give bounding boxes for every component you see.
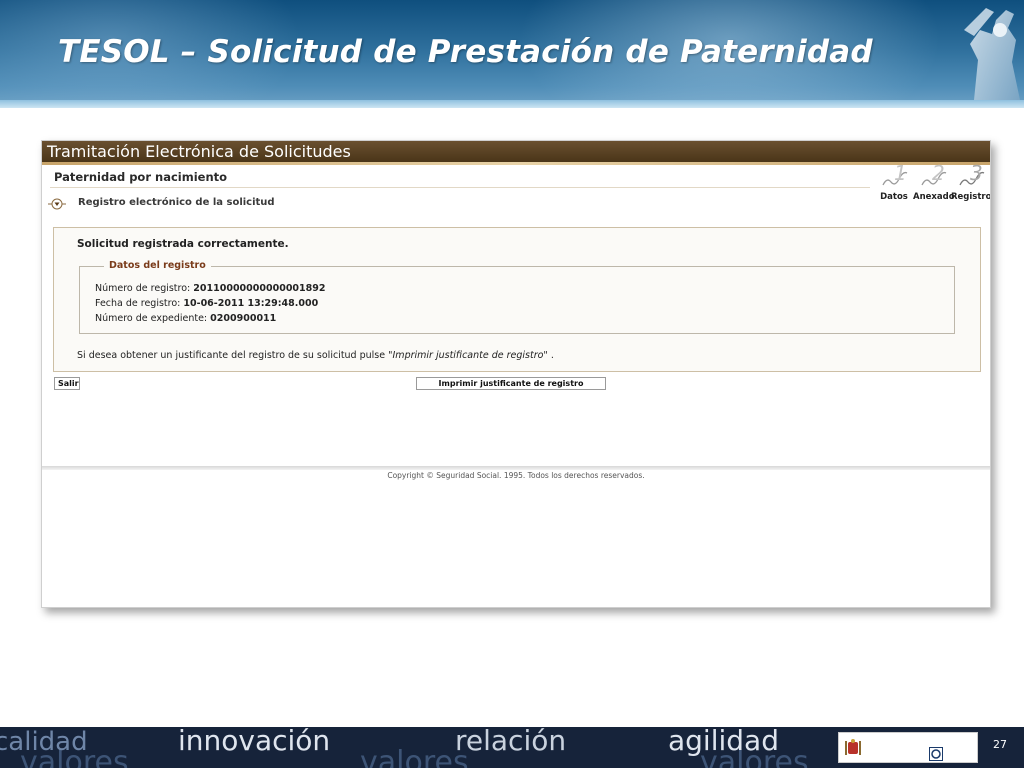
result-panel: Solicitud registrada correctamente. Dato… <box>53 227 981 372</box>
field-value: 0200900011 <box>210 313 277 324</box>
step-anexado: 2 Anexado <box>913 163 955 202</box>
step-label: Anexado <box>913 192 955 202</box>
field-label: Número de registro: <box>95 283 191 294</box>
band-word: calidad <box>0 727 88 757</box>
bottom-band: valores valores valores calidad innovaci… <box>0 727 1024 768</box>
slide: TESOL – Solicitud de Prestación de Pater… <box>0 0 1024 768</box>
fecha-registro-row: Fecha de registro: 10-06-2011 13:29:48.0… <box>95 298 318 309</box>
seguridad-social-logo-icon <box>929 747 943 761</box>
band-word: agilidad <box>668 727 779 757</box>
header-band: TESOL – Solicitud de Prestación de Pater… <box>0 0 1024 108</box>
note-text: Si desea obtener un justificante del reg… <box>77 350 386 361</box>
step-2-icon: 2 <box>921 163 947 186</box>
header-stripe <box>0 100 1024 108</box>
collapse-toggle-icon[interactable] <box>48 197 66 211</box>
app-bar-title: Tramitación Electrónica de Solicitudes <box>47 142 351 161</box>
success-message: Solicitud registrada correctamente. <box>77 238 289 250</box>
step-datos: 1 Datos <box>874 163 914 202</box>
note-suffix: . <box>550 350 554 361</box>
step-number: 3 <box>970 163 983 185</box>
step-label: Datos <box>880 192 908 202</box>
step-number: 2 <box>932 163 945 185</box>
field-label: Número de expediente: <box>95 313 208 324</box>
step-1-icon: 1 <box>882 163 908 186</box>
page-number: 27 <box>993 738 1007 751</box>
step-number: 1 <box>894 163 907 185</box>
field-value: 10-06-2011 13:29:48.000 <box>183 298 319 309</box>
numero-registro-row: Número de registro: 20110000000000001892 <box>95 283 325 294</box>
application-window: Tramitación Electrónica de Solicitudes P… <box>41 140 991 608</box>
step-label: Registro <box>951 192 991 202</box>
note-link-text: "Imprimir justificante de registro" <box>388 350 548 361</box>
instruction-note: Si desea obtener un justificante del reg… <box>77 350 554 361</box>
numero-expediente-row: Número de expediente: 0200900011 <box>95 313 276 324</box>
print-receipt-button[interactable]: Imprimir justificante de registro <box>416 377 606 390</box>
slide-title: TESOL – Solicitud de Prestación de Pater… <box>58 34 873 70</box>
footer-divider <box>42 466 990 470</box>
app-title-bar: Tramitación Electrónica de Solicitudes <box>42 141 990 162</box>
exit-button[interactable]: Salir <box>54 377 80 390</box>
step-3-icon: 3 <box>959 163 985 186</box>
band-word: valores <box>360 745 469 768</box>
section-title: Registro electrónico de la solicitud <box>78 197 275 208</box>
institution-logos <box>838 732 978 763</box>
step-registro: 3 Registro <box>951 163 991 202</box>
coat-of-arms-icon <box>845 739 861 755</box>
app-bar-accent <box>42 162 990 165</box>
page-heading: Paternidad por nacimiento <box>54 170 228 184</box>
field-value: 20110000000000001892 <box>193 283 326 294</box>
field-label: Fecha de registro: <box>95 298 181 309</box>
registro-fieldset: Datos del registro Número de registro: 2… <box>79 260 955 334</box>
fieldset-legend: Datos del registro <box>104 260 211 271</box>
copyright-text: Copyright © Seguridad Social. 1995. Todo… <box>387 471 645 480</box>
statue-image <box>964 8 1020 100</box>
band-word: innovación <box>178 727 331 757</box>
heading-divider <box>50 187 870 188</box>
band-word: relación <box>455 727 567 757</box>
